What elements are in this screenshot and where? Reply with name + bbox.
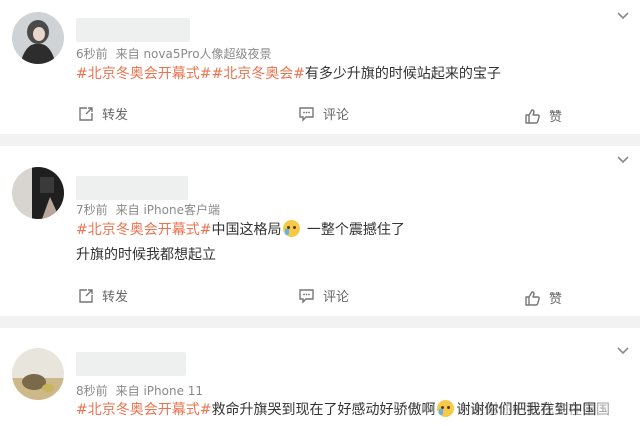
comment-button[interactable]: 评论 — [298, 104, 349, 123]
repost-icon — [79, 288, 93, 303]
avatar[interactable] — [12, 348, 64, 400]
like-button[interactable]: 赞 — [524, 106, 562, 125]
like-label: 赞 — [549, 110, 563, 125]
comment-button[interactable]: 评论 — [298, 286, 349, 305]
post-body: 有多少升旗的时候站起来的宝子 — [304, 66, 501, 82]
repost-label: 转发 — [102, 290, 129, 305]
comment-label: 评论 — [323, 108, 350, 123]
comment-label: 评论 — [323, 290, 350, 305]
feed-separator — [0, 134, 640, 146]
post-1: 6秒前 来自 nova5Pro人像超级夜景 #北京冬奥会开幕式##北京冬奥会#有多… — [0, 0, 640, 134]
post-body: 救命升旗哭到现在了好感动好骄傲啊 — [211, 402, 436, 418]
post-time: 7秒前 — [76, 203, 108, 217]
hashtag-link[interactable]: #北京冬奥会开幕式##北京冬奥会# — [76, 66, 305, 82]
post-2: 7秒前 来自 iPhone客户端 #北京冬奥会开幕式#中国这格局 一整个震撼住了 … — [0, 146, 640, 316]
post-time: 8秒前 — [76, 384, 108, 398]
post-source: 来自 iPhone客户端 — [115, 203, 220, 217]
crying-face-emoji-icon — [437, 400, 455, 417]
username-redacted — [76, 18, 190, 42]
repost-button[interactable]: 转发 — [78, 286, 128, 305]
like-button[interactable]: 赞 — [524, 288, 562, 307]
crying-face-emoji-icon — [283, 220, 301, 237]
post-body-cont: 一整个震撼住了 — [302, 222, 405, 238]
avatar[interactable] — [12, 12, 64, 64]
chevron-down-icon[interactable] — [616, 10, 630, 20]
hashtag-link[interactable]: #北京冬奥会开幕式# — [76, 222, 211, 238]
post-body: 升旗的时候我都想起立 — [76, 247, 216, 263]
username-redacted — [76, 176, 188, 200]
post-text: #北京冬奥会开幕式#中国这格局 一整个震撼住了 — [76, 220, 405, 240]
post-body: 中国这格局 — [211, 222, 282, 238]
post-source: 来自 iPhone 11 — [115, 384, 204, 398]
chevron-down-icon[interactable] — [616, 345, 630, 355]
username-redacted — [76, 352, 186, 376]
avatar[interactable] — [12, 167, 64, 219]
comment-icon — [299, 288, 314, 304]
post-source: 来自 nova5Pro人像超级夜景 — [115, 47, 272, 61]
post-meta: 8秒前 来自 iPhone 11 — [76, 382, 203, 399]
hashtag-link[interactable]: #北京冬奥会开幕式# — [76, 402, 211, 418]
comment-icon — [299, 106, 314, 122]
repost-label: 转发 — [102, 108, 129, 123]
overlapping-text: 谢谢你们把我生在中国 — [470, 402, 610, 418]
feed-separator — [0, 316, 640, 328]
post-text-line-2: 升旗的时候我都想起立 — [76, 245, 216, 265]
post-meta: 6秒前 来自 nova5Pro人像超级夜景 — [76, 45, 272, 62]
post-time: 6秒前 — [76, 47, 108, 61]
repost-button[interactable]: 转发 — [78, 104, 128, 123]
chevron-down-icon[interactable] — [616, 154, 630, 164]
thumbs-up-icon — [525, 290, 540, 306]
post-3: 8秒前 来自 iPhone 11 #北京冬奥会开幕式#救命升旗哭到现在了好感动好骄… — [0, 328, 640, 426]
repost-icon — [79, 106, 93, 121]
thumbs-up-icon — [525, 108, 540, 124]
post-meta: 7秒前 来自 iPhone客户端 — [76, 201, 220, 218]
post-text: #北京冬奥会开幕式##北京冬奥会#有多少升旗的时候站起来的宝子 — [76, 64, 501, 84]
like-label: 赞 — [549, 292, 563, 307]
